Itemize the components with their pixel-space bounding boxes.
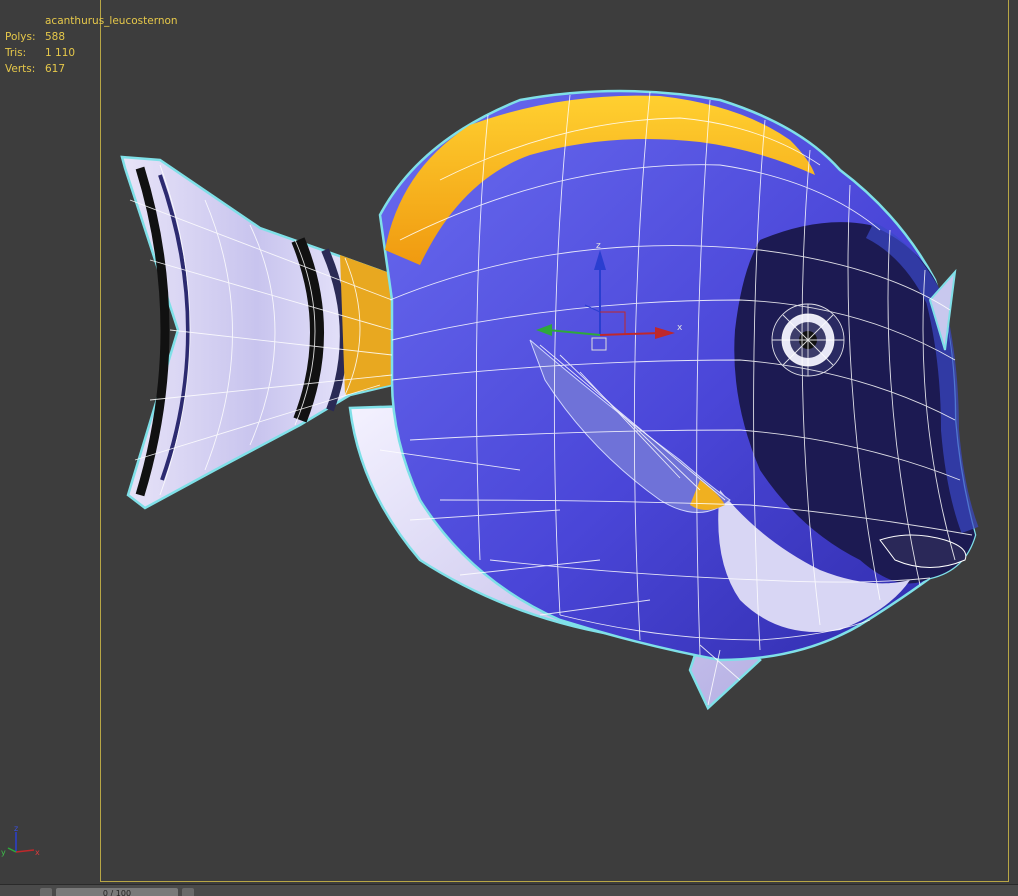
scene-canvas[interactable]: z x z x y: [0, 0, 1018, 884]
stat-value: 1 110: [45, 47, 76, 59]
axis-y-label: y: [1, 848, 6, 857]
stat-value: 617: [45, 63, 66, 75]
stat-tris: Tris: 1 110: [5, 45, 178, 61]
stat-label: Polys:: [5, 31, 36, 43]
stat-label: Tris:: [5, 47, 27, 59]
viewport-statistics: acanthurus_leucosternon Polys: 588 Tris: 1…: [5, 13, 178, 77]
safe-frame-left: [100, 0, 101, 882]
axis-x-label: x: [35, 848, 40, 857]
object-name: acanthurus_leucosternon: [45, 15, 178, 27]
safe-frame-bottom: [100, 881, 1009, 882]
gizmo-z-label: z: [596, 241, 601, 251]
perspective-viewport[interactable]: z x z x y acanthurus_leucosternon Polys:…: [0, 0, 1018, 884]
stat-polys: Polys: 588: [5, 29, 178, 45]
stat-value: 588: [45, 31, 66, 43]
gizmo-x-label: x: [677, 323, 683, 333]
world-axis-icon: z x y: [1, 824, 40, 857]
stat-label: Verts:: [5, 63, 36, 75]
timeline-bar: 0 / 100: [0, 884, 1018, 896]
axis-z-label: z: [14, 824, 18, 833]
stat-verts: Verts: 617: [5, 61, 178, 77]
safe-frame-right: [1008, 0, 1009, 882]
